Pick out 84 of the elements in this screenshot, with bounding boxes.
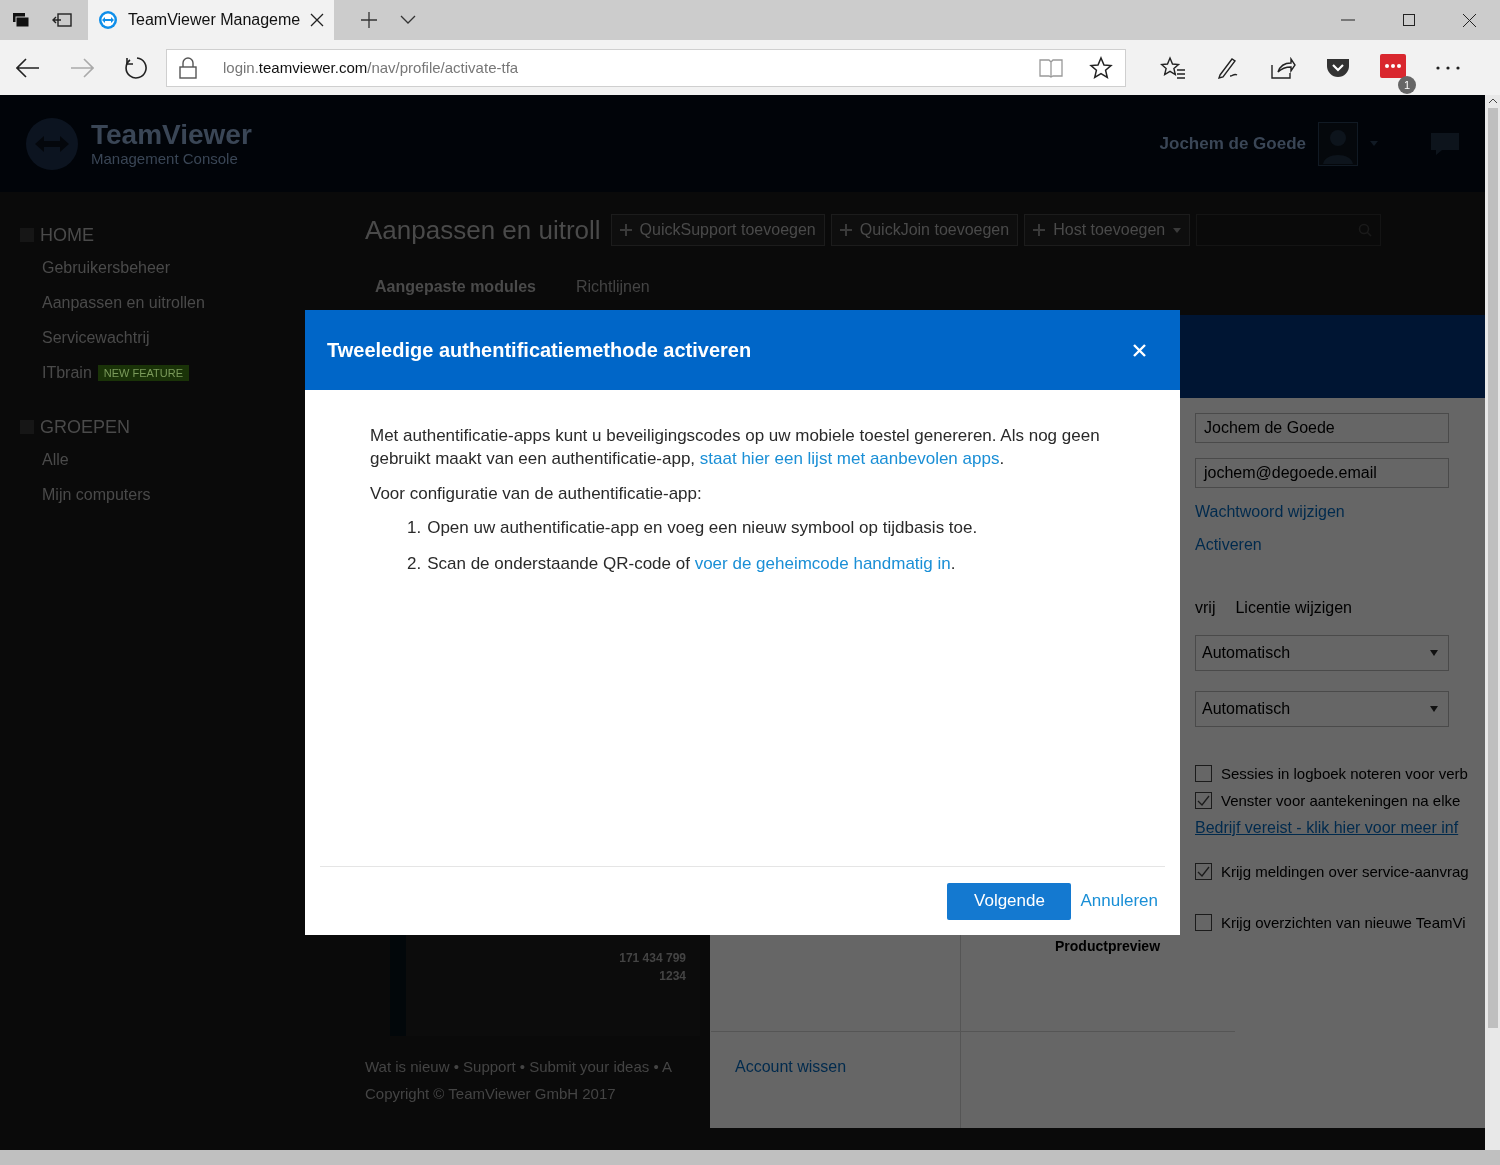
step-number: 1. (407, 517, 422, 539)
maximize-icon[interactable] (1403, 14, 1415, 26)
favorites-icon[interactable] (1160, 55, 1186, 80)
teamviewer-logo-icon (98, 10, 118, 30)
new-tab-icon[interactable] (360, 11, 379, 29)
dropdown[interactable]: Automatisch (1195, 691, 1449, 727)
star-icon[interactable] (1089, 55, 1113, 80)
option-label: Venster voor aantekeningen na elke (1221, 792, 1461, 809)
url-text: login.teamviewer.com/nav/profile/activate-tfa (223, 59, 519, 76)
plus-icon (619, 224, 632, 236)
checkbox[interactable] (1195, 914, 1212, 931)
step-text: Scan de onderstaande QR-code of voer de geheimcode handmatig in. (427, 553, 956, 575)
section-title: GROEPEN (40, 416, 131, 438)
footer-links: Wat is nieuw • Support • Submit your ideas • A (365, 1058, 672, 1075)
tab-title: TeamViewer Manageme (128, 11, 301, 29)
user-name[interactable]: Jochem de Goede (1159, 133, 1306, 154)
cancel-link[interactable]: Annuleren (1080, 891, 1158, 911)
change-license-link[interactable]: Licentie wijzigen (1235, 599, 1352, 617)
copyright-text: Copyright © TeamViewer GmbH 2017 (365, 1085, 616, 1102)
add-button[interactable]: Host toevoegen (1024, 214, 1191, 246)
next-button[interactable]: Volgende (947, 882, 1072, 920)
pocket-icon[interactable] (1326, 56, 1350, 79)
module-value: 171 434 799 (619, 951, 686, 965)
add-button[interactable]: QuickJoin toevoegen (830, 214, 1019, 246)
checkbox[interactable] (1195, 863, 1212, 880)
sidebar-item[interactable]: Aanpassen en uitrollen (42, 293, 205, 312)
sidebar-item[interactable]: Mijn computers (42, 485, 151, 504)
caret-icon (1173, 227, 1182, 233)
change-password-link[interactable]: Wachtwoord wijzigen (1195, 503, 1345, 521)
more-icon[interactable] (1436, 65, 1460, 70)
license-text: vrij (1195, 599, 1216, 617)
browser-tab[interactable]: TeamViewer Manageme (88, 0, 335, 40)
extension-icon[interactable] (1380, 53, 1406, 78)
new-feature-badge: NEW FEATURE (97, 364, 190, 381)
company-link[interactable]: Bedrijf vereist - klik hier voor meer inf (1195, 819, 1468, 837)
share-icon[interactable] (1270, 56, 1296, 79)
tab[interactable]: Richtlijnen (575, 278, 650, 296)
plus-icon (1033, 224, 1046, 236)
back-icon[interactable] (16, 57, 40, 78)
tab-preview-icon[interactable] (52, 13, 72, 27)
close-icon[interactable] (310, 13, 325, 27)
option-label: Sessies in logboek noteren voor verb (1221, 765, 1468, 782)
name-field[interactable]: Jochem de Goede (1195, 413, 1449, 443)
scroll-up-icon[interactable] (1487, 98, 1498, 104)
option-label: Krijg overzichten van nieuwe TeamVi (1221, 914, 1466, 931)
email-field[interactable]: jochem@degoede.email (1195, 458, 1449, 488)
dropdown-arrow-icon (1430, 706, 1438, 712)
refresh-icon[interactable] (124, 55, 148, 80)
checkbox[interactable] (1195, 792, 1212, 809)
checkbox[interactable] (1195, 765, 1212, 782)
pen-icon[interactable] (1216, 55, 1240, 80)
delete-account-link[interactable]: Account wissen (735, 1058, 847, 1075)
notification-badge: 1 (1398, 75, 1416, 94)
activate-link[interactable]: Activeren (1195, 536, 1262, 554)
scrollbar[interactable] (0, 1150, 1500, 1165)
scrollbar[interactable] (1485, 95, 1500, 1150)
dropdown-arrow-icon (1430, 650, 1438, 656)
tab[interactable]: Aangepaste modules (375, 278, 536, 296)
option-label: Krijg meldingen over service-aanvrag (1221, 863, 1469, 880)
sidebar-item[interactable]: Gebruikersbeheer (42, 258, 171, 277)
add-button[interactable]: QuickSupport toevoegen (610, 214, 825, 246)
step-text: Open uw authentificatie-app en voeg een nieuw symbool op tijdbasis toe. (427, 517, 978, 539)
step-number: 2. (407, 553, 422, 575)
sidebar-item[interactable]: Alle (42, 450, 69, 469)
setup-heading: Voor configuratie van de authentificatie-app: (370, 483, 703, 505)
tabs-icon[interactable] (12, 12, 30, 28)
recommended-apps-link[interactable]: staat hier een lijst met aanbevolen apps (699, 449, 1000, 468)
sidebar-item[interactable]: Servicewachtrij (42, 328, 150, 347)
lock-icon (179, 56, 197, 79)
section-title: HOME (40, 224, 94, 246)
address-bar[interactable]: login.teamviewer.com/nav/profile/activate-tfa (166, 48, 1126, 87)
brand-subtitle: Management Console (91, 150, 239, 167)
close-icon[interactable] (1463, 13, 1476, 27)
manual-code-link[interactable]: voer de geheimcode handmatig in (694, 554, 951, 573)
preview-label: Productpreview (1055, 938, 1161, 954)
intro-text: Met authentificatie-apps kunt u beveiligingscodes op uw mobiele toestel genereren. Als nog geen gebruikt maakt van een authentificatie-app, staat hier een lijst met aanbevolen apps. (370, 425, 1101, 470)
sidebar-item[interactable]: ITbrain (42, 363, 92, 382)
module-value: 1234 (659, 969, 686, 983)
dropdown[interactable]: Automatisch (1195, 635, 1449, 671)
dialog-title: Tweeledige authentificatiemethode activeren (327, 338, 752, 362)
plus-icon (839, 224, 852, 236)
brand-name: TeamViewer (91, 120, 252, 150)
page-title: Aanpassen en uitroll (365, 214, 601, 246)
chevron-down-icon[interactable] (400, 15, 417, 25)
